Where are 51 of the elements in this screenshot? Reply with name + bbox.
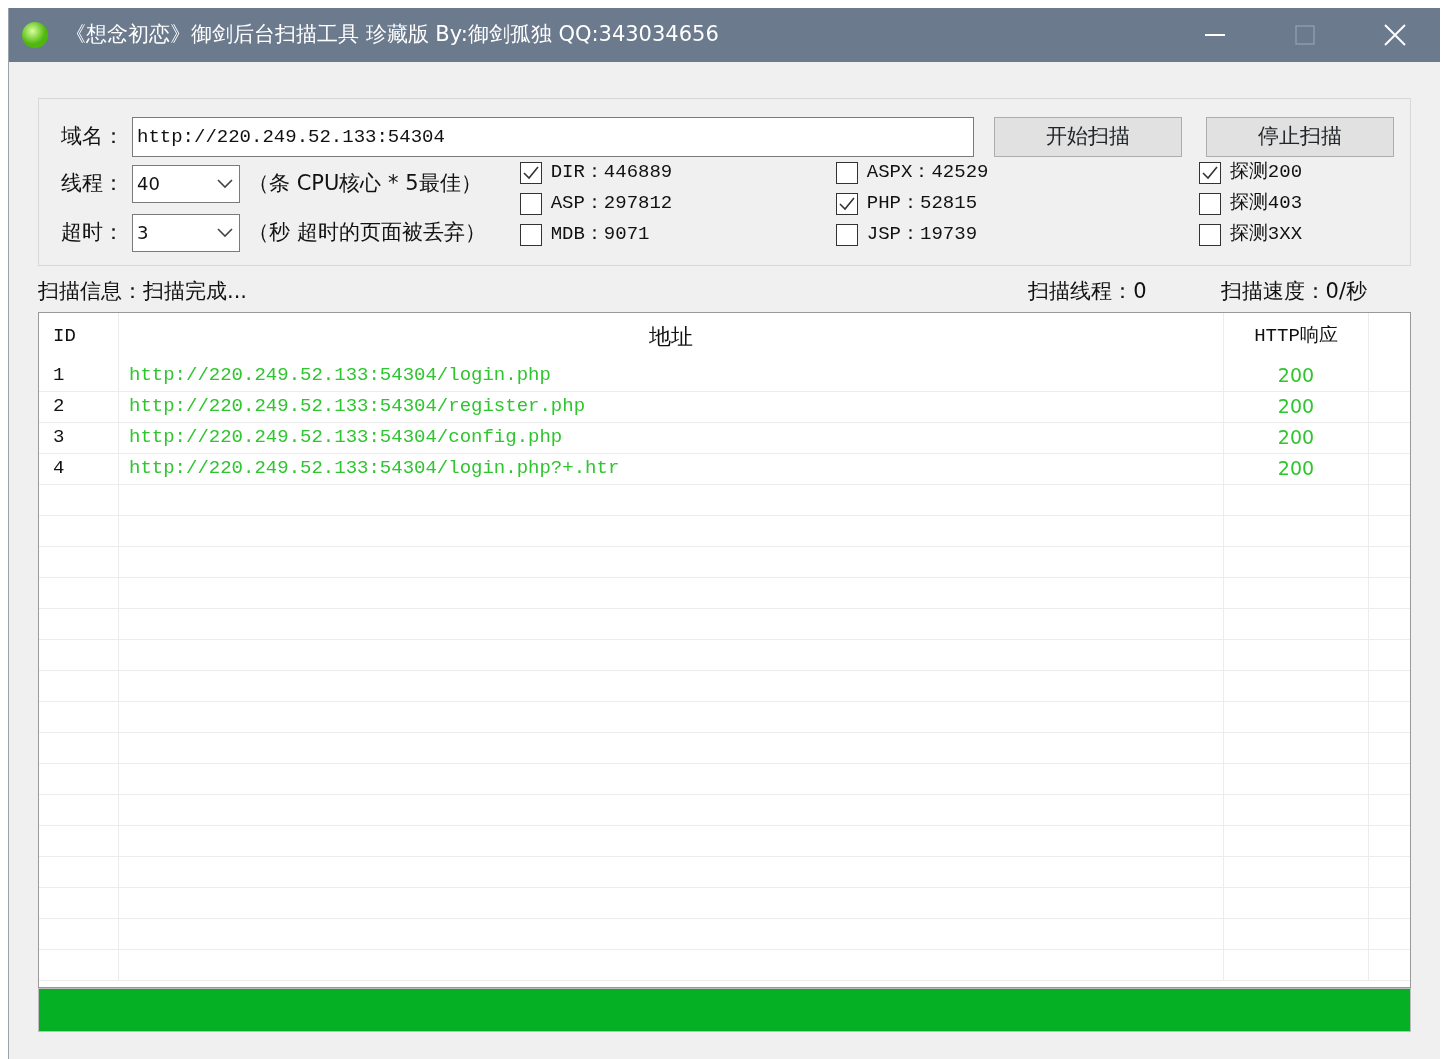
table-cell: http://220.249.52.133:54304/login.php?+.htr — [119, 453, 1224, 484]
checkbox-label: 探测403 — [1229, 191, 1303, 217]
field-label: 域名： — [61, 123, 124, 151]
table-cell: http://220.249.52.133:54304/register.php — [119, 391, 1224, 422]
dropdown[interactable]: 3 — [132, 213, 240, 252]
close-icon[interactable] — [1384, 24, 1406, 46]
checkbox-label: MDB：9071 — [550, 222, 650, 248]
checkbox[interactable] — [835, 161, 858, 184]
table-cell: http://220.249.52.133:54304/config.php — [119, 422, 1224, 453]
scan-button[interactable]: 停止扫描 — [1206, 117, 1394, 157]
table-cell: 1 — [39, 360, 119, 391]
hint-text: （秒 超时的页面被丢弃） — [248, 218, 486, 246]
scan-button[interactable]: 开始扫描 — [994, 117, 1182, 157]
table-cell: http://220.249.52.133:54304/login.php — [119, 360, 1224, 391]
checkbox[interactable] — [835, 192, 858, 215]
checkbox-label: 探测3XX — [1229, 222, 1303, 248]
checkbox[interactable] — [519, 223, 542, 246]
checkbox-label: 探测200 — [1229, 160, 1303, 186]
checkbox[interactable] — [1198, 223, 1221, 246]
thread-count: 扫描线程：0 — [1028, 278, 1147, 305]
table-cell: 200 — [1224, 391, 1369, 422]
checkbox-label: JSP：19739 — [866, 222, 978, 248]
field-label: 线程： — [61, 169, 124, 197]
checkbox-label: ASP：297812 — [550, 191, 673, 217]
checkbox-label: ASPX：42529 — [866, 160, 989, 186]
window-title: 《想念初恋》御剑后台扫描工具 珍藏版 By:御剑孤独 QQ:343034656 — [65, 21, 719, 49]
column-header[interactable]: 地址 — [119, 312, 1224, 361]
table-cell: 200 — [1224, 360, 1369, 391]
dropdown[interactable]: 40 — [132, 164, 240, 203]
table-cell: 4 — [39, 453, 119, 484]
table-cell: 200 — [1224, 453, 1369, 484]
caret-icon — [217, 227, 233, 238]
hint-text: （条 CPU核心 * 5最佳） — [248, 169, 482, 197]
checkbox[interactable] — [519, 161, 542, 184]
table-cell: 200 — [1224, 422, 1369, 453]
column-header[interactable]: ID — [39, 312, 119, 361]
app-icon — [21, 21, 49, 49]
status-text: 扫描信息：扫描完成... — [38, 278, 248, 305]
checkbox[interactable] — [1198, 192, 1221, 215]
table-cell: 3 — [39, 422, 119, 453]
checkbox[interactable] — [1198, 161, 1221, 184]
checkbox-label: DIR：446889 — [550, 160, 673, 186]
column-header[interactable]: HTTP响应 — [1224, 312, 1369, 361]
field-label: 超时： — [61, 218, 124, 246]
checkbox[interactable] — [835, 223, 858, 246]
caret-icon — [217, 178, 233, 189]
scan-speed: 扫描速度：0/秒 — [1220, 278, 1367, 305]
checkbox[interactable] — [519, 192, 542, 215]
url-field[interactable]: http://220.249.52.133:54304 — [132, 117, 974, 157]
table-cell: 2 — [39, 391, 119, 422]
checkbox-label: PHP：52815 — [866, 191, 978, 217]
